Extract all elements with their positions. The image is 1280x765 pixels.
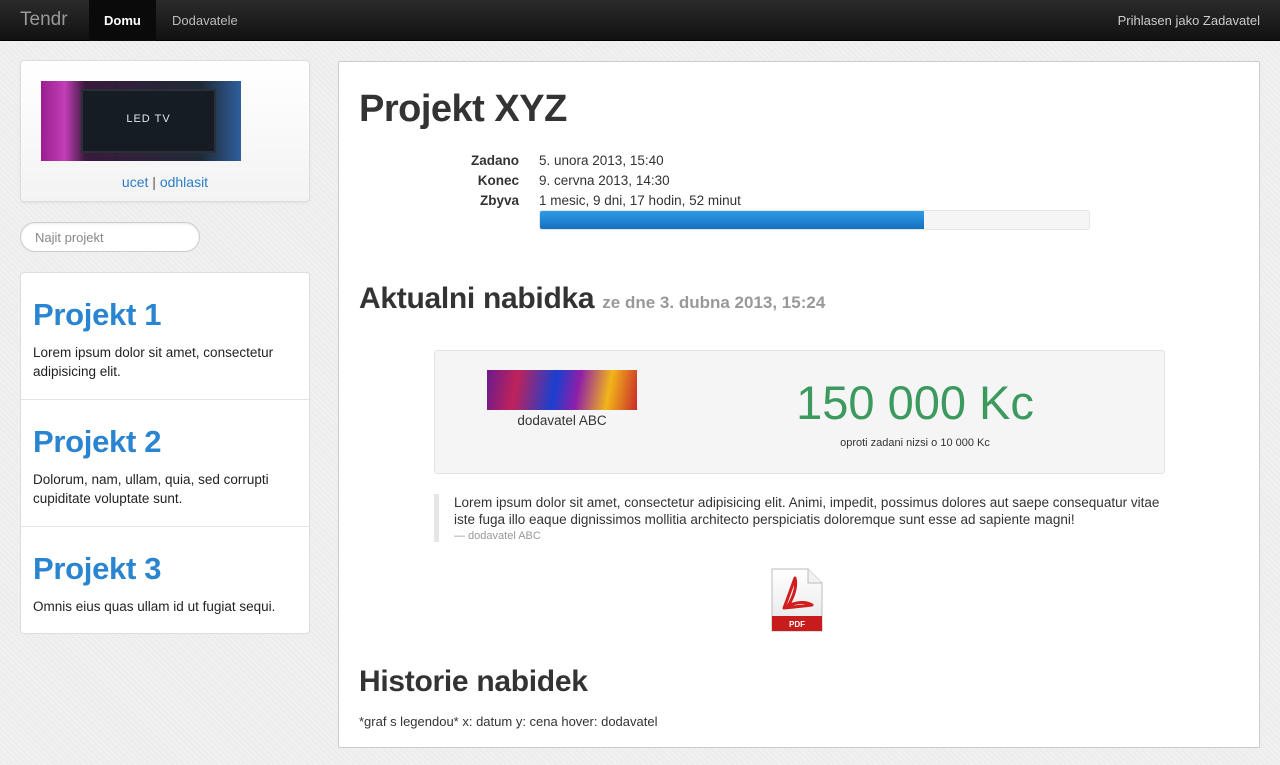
end-label: Konec <box>477 173 519 188</box>
account-avatar-image: LED TV <box>41 81 241 161</box>
project-description: Dolorum, nam, ullam, quia, sed corrupti … <box>33 472 269 506</box>
project-title[interactable]: Projekt 2 <box>33 424 297 460</box>
pdf-label: PDF <box>789 620 805 629</box>
pdf-file-icon[interactable]: PDF <box>770 568 824 632</box>
current-offer-heading: Aktualni nabidka ze dne 3. dubna 2013, 1… <box>359 282 825 316</box>
supplier-name[interactable]: dodavatel ABC <box>487 413 637 428</box>
project-list: Projekt 1 Lorem ipsum dolor sit amet, co… <box>20 272 310 634</box>
project-search-input[interactable] <box>20 222 200 252</box>
account-links: ucet | odhlasit <box>21 174 309 190</box>
chart-placeholder-note: *graf s legendou* x: datum y: cena hover… <box>359 714 658 729</box>
logged-in-user: Prihlasen jako Zadavatel <box>1117 13 1260 28</box>
navbar: Tendr Domu Dodavatele Prihlasen jako Zad… <box>0 0 1280 41</box>
logout-link[interactable]: odhlasit <box>160 174 208 190</box>
brand-logo[interactable]: Tendr <box>20 9 68 31</box>
nav-item-domu[interactable]: Domu <box>89 0 156 41</box>
supplier-image[interactable] <box>487 370 637 410</box>
progress-fill <box>540 211 925 229</box>
project-list-item[interactable]: Projekt 2 Dolorum, nam, ullam, quia, sed… <box>21 400 309 527</box>
offer-price: 150 000 Kc <box>796 376 1034 429</box>
end-value: 9. cervna 2013, 14:30 <box>539 173 670 188</box>
account-link[interactable]: ucet <box>122 174 148 190</box>
project-description: Lorem ipsum dolor sit amet, consectetur … <box>33 345 274 379</box>
page-title: Projekt XYZ <box>359 88 567 130</box>
main-panel: Projekt XYZ Zadano 5. unora 2013, 15:40 … <box>338 61 1260 748</box>
account-box: LED TV ucet | odhlasit <box>20 60 310 202</box>
project-list-item[interactable]: Projekt 1 Lorem ipsum dolor sit amet, co… <box>21 273 309 400</box>
project-title[interactable]: Projekt 3 <box>33 551 297 587</box>
offer-history-heading: Historie nabidek <box>359 665 588 698</box>
remaining-label: Zbyva <box>479 193 519 208</box>
assigned-value: 5. unora 2013, 15:40 <box>539 153 664 168</box>
price-difference-note: oproti zadani nizsi o 10 000 Kc <box>840 437 990 449</box>
tv-image: LED TV <box>81 89 216 153</box>
nav-item-dodavatele[interactable]: Dodavatele <box>157 0 253 41</box>
project-description: Omnis eius quas ullam id ut fugiat sequi… <box>33 599 276 614</box>
link-separator: | <box>152 174 156 190</box>
project-list-item[interactable]: Projekt 3 Omnis eius quas ullam id ut fu… <box>21 527 309 633</box>
assigned-label: Zadano <box>470 153 519 168</box>
current-offer-date: ze dne 3. dubna 2013, 15:24 <box>602 293 826 312</box>
tv-logo-text: LED TV <box>126 113 171 125</box>
current-offer-title: Aktualni nabidka <box>359 282 595 315</box>
remaining-value: 1 mesic, 9 dni, 17 hodin, 52 minut <box>539 193 741 208</box>
quote-text: Lorem ipsum dolor sit amet, consectetur … <box>454 495 1160 527</box>
offer-quote: Lorem ipsum dolor sit amet, consectetur … <box>434 494 1165 542</box>
time-progress-bar <box>539 210 1090 230</box>
offer-box: dodavatel ABC 150 000 Kc oproti zadani n… <box>434 350 1165 474</box>
quote-author: — dodavatel ABC <box>454 530 541 542</box>
project-title[interactable]: Projekt 1 <box>33 297 297 333</box>
